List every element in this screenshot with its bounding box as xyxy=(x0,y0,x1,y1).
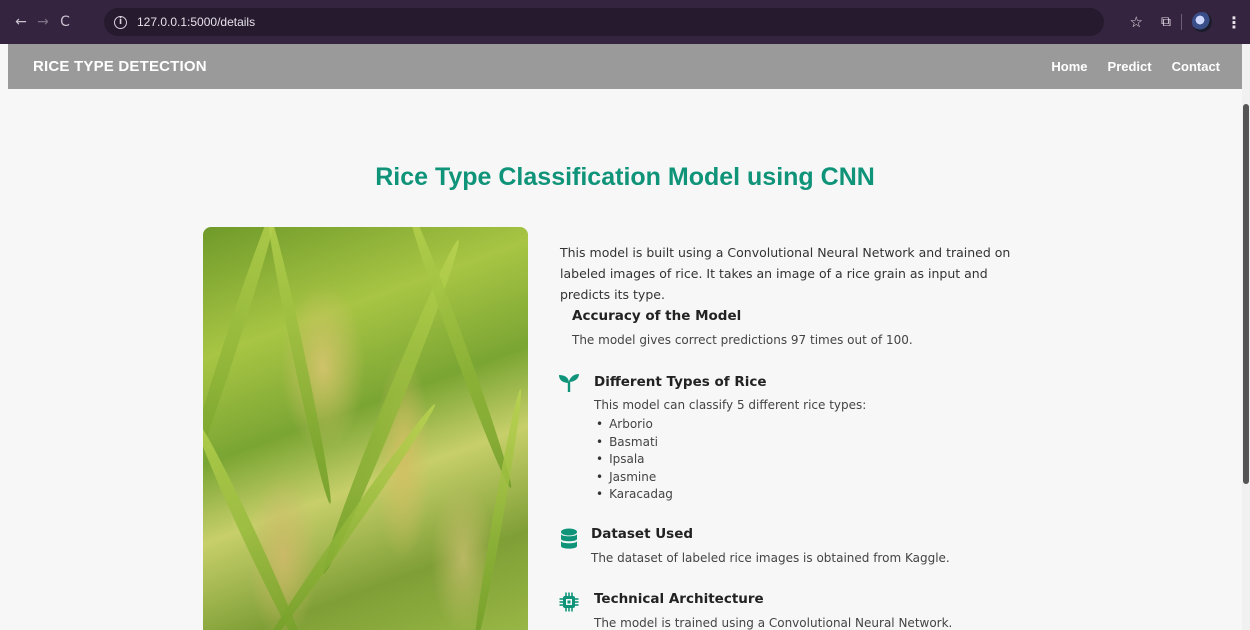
architecture-text: The model is trained using a Convolution… xyxy=(594,616,953,630)
site-brand[interactable]: RICE TYPE DETECTION xyxy=(33,58,207,75)
accuracy-title: Accuracy of the Model xyxy=(572,308,742,324)
profile-avatar[interactable] xyxy=(1192,12,1212,32)
list-item: Jasmine xyxy=(596,469,673,487)
nav-contact-link[interactable]: Contact xyxy=(1172,59,1220,74)
bookmark-star-icon[interactable]: ☆ xyxy=(1130,13,1143,31)
address-bar[interactable]: i 127.0.0.1:5000/details xyxy=(104,8,1104,36)
url-text: 127.0.0.1:5000/details xyxy=(137,15,256,29)
site-info-icon[interactable]: i xyxy=(114,15,127,29)
main-nav: Home Predict Contact xyxy=(1051,59,1220,74)
rice-types-title: Different Types of Rice xyxy=(594,374,767,390)
microchip-icon xyxy=(559,592,579,612)
architecture-title: Technical Architecture xyxy=(594,591,764,607)
list-item: Arborio xyxy=(596,416,673,434)
list-item: Basmati xyxy=(596,434,673,452)
accuracy-text: The model gives correct predictions 97 t… xyxy=(572,333,913,347)
list-item: Karacadag xyxy=(596,486,673,504)
forward-arrow-icon[interactable]: → xyxy=(32,14,54,30)
toolbar-divider xyxy=(1181,14,1182,30)
rice-plant-image xyxy=(203,227,528,630)
reload-icon[interactable]: C xyxy=(54,14,76,30)
dataset-text: The dataset of labeled rice images is ob… xyxy=(591,551,950,565)
back-arrow-icon[interactable]: ← xyxy=(10,14,32,30)
sprout-icon xyxy=(559,374,579,392)
dataset-title: Dataset Used xyxy=(591,526,694,542)
list-item: Ipsala xyxy=(596,451,673,469)
nav-home-link[interactable]: Home xyxy=(1051,59,1087,74)
site-navbar: RICE TYPE DETECTION Home Predict Contact xyxy=(8,44,1242,89)
nav-predict-link[interactable]: Predict xyxy=(1108,59,1152,74)
rice-types-list: Arborio Basmati Ipsala Jasmine Karacadag xyxy=(596,416,673,504)
page-scrollbar[interactable] xyxy=(1242,44,1250,630)
rice-types-text: This model can classify 5 different rice… xyxy=(594,398,867,412)
browser-menu-icon[interactable]: ⋮ xyxy=(1226,13,1242,32)
page-title: Rice Type Classification Model using CNN xyxy=(375,163,875,191)
scrollbar-thumb[interactable] xyxy=(1243,104,1249,484)
browser-toolbar: ← → C i 127.0.0.1:5000/details ☆ ⧉ ⋮ xyxy=(0,0,1250,44)
database-icon xyxy=(561,528,577,549)
extensions-icon[interactable]: ⧉ xyxy=(1161,14,1171,30)
model-intro-text: This model is built using a Convolutiona… xyxy=(560,245,1011,302)
